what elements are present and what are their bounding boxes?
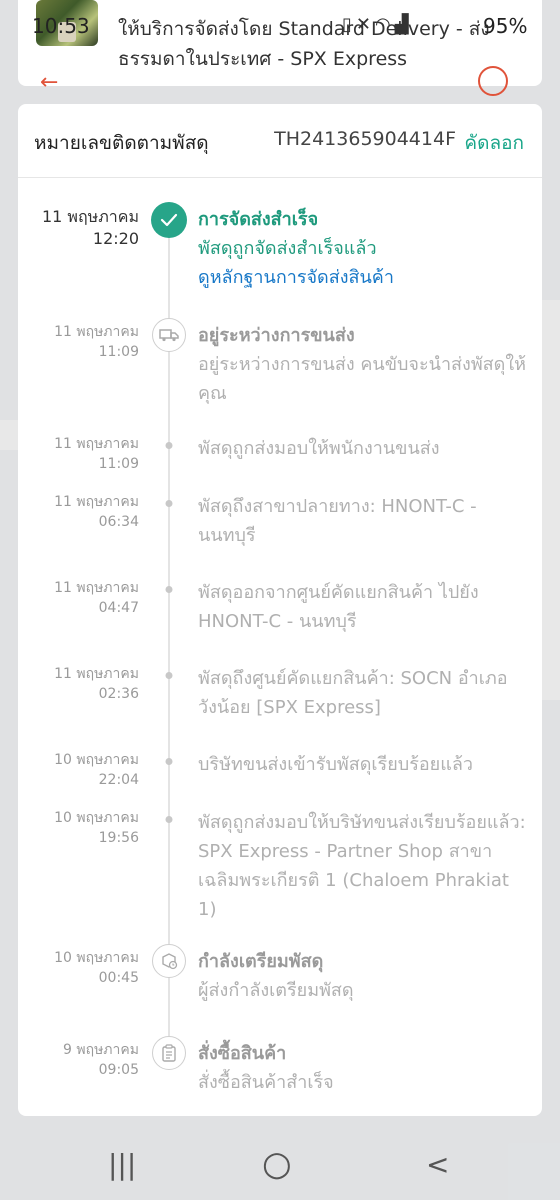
event-body: สั่งซื้อสินค้า สั่งซื้อสินค้าสำเร็จ (198, 1040, 528, 1097)
event-description: บริษัทขนส่งเข้ารับพัสดุเรียบร้อยแล้ว (198, 754, 473, 775)
event-datetime: 11 พฤษภาคม 06:34 (54, 492, 139, 532)
tracking-number-row: หมายเลขติดตามพัสดุ TH241365904414F คัดลอ… (18, 104, 542, 178)
event-title: อยู่ระหว่างการขนส่ง (198, 325, 355, 346)
event-body: พัสดุออกจากศูนย์คัดแยกสินค้า ไปยัง HNONT… (198, 578, 528, 636)
status-time: 10:53 (32, 14, 90, 38)
event-date: 10 พฤษภาคม (54, 810, 139, 826)
event-description: พัสดุถูกจัดส่งสำเร็จแล้ว (198, 238, 377, 259)
status-bar: 10:53 ▯✕◠▟ 95% (0, 0, 560, 50)
tracking-number: TH241365904414F (274, 128, 456, 150)
event-node (152, 318, 186, 352)
event-node (151, 202, 187, 238)
event-node (152, 1036, 186, 1070)
package-clock-icon (152, 944, 186, 978)
event-node (165, 816, 173, 823)
wifi-icon: ◠ (375, 14, 395, 35)
signal-icon: ▟ (394, 14, 413, 35)
event-date: 11 พฤษภาคม (54, 580, 139, 596)
event-body: อยู่ระหว่างการขนส่ง อยู่ระหว่างการขนส่ง … (198, 322, 528, 408)
event-description: พัสดุถูกส่งมอบให้พนักงานขนส่ง (198, 438, 440, 459)
event-description: พัสดุถึงศูนย์คัดแยกสินค้า: SOCN อำเภอวัง… (198, 668, 508, 718)
timeline-dot (165, 500, 173, 507)
event-title: สั่งซื้อสินค้า (198, 1043, 287, 1064)
tracking-timeline: 11 พฤษภาคม 12:20 การจัดส่งสำเร็จ พัสดุถู… (18, 178, 542, 1116)
event-date: 11 พฤษภาคม (54, 666, 139, 682)
home-button[interactable]: ○ (262, 1144, 292, 1184)
event-time: 00:45 (98, 970, 139, 986)
event-date: 11 พฤษภาคม (41, 207, 139, 226)
event-time: 12:20 (92, 229, 139, 248)
copy-button[interactable]: คัดลอก (464, 128, 524, 158)
check-icon (151, 202, 187, 238)
event-body: กำลังเตรียมพัสดุ ผู้ส่งกำลังเตรียมพัสดุ (198, 948, 528, 1005)
event-body: พัสดุถึงสาขาปลายทาง: HNONT-C - นนทบุรี (198, 492, 528, 550)
timeline-dot (165, 758, 173, 765)
timeline-dot (165, 672, 173, 679)
status-icons: ▯✕◠▟ (342, 14, 413, 35)
event-body: บริษัทขนส่งเข้ารับพัสดุเรียบร้อยแล้ว (198, 750, 528, 779)
event-datetime: 11 พฤษภาคม 11:09 (54, 434, 139, 474)
event-description: พัสดุถึงสาขาปลายทาง: HNONT-C - นนทบุรี (198, 496, 477, 546)
event-datetime: 11 พฤษภาคม 02:36 (54, 664, 139, 704)
clipboard-icon (152, 1036, 186, 1070)
event-datetime: 10 พฤษภาคม 00:45 (54, 948, 139, 988)
event-description: พัสดุออกจากศูนย์คัดแยกสินค้า ไปยัง HNONT… (198, 582, 479, 632)
event-datetime: 10 พฤษภาคม 19:56 (54, 808, 139, 848)
info-icon[interactable] (478, 66, 508, 96)
event-date: 9 พฤษภาคม (63, 1042, 139, 1058)
event-node (165, 442, 173, 449)
battery-level: 95% (483, 14, 528, 38)
vibrate-icon: ▯ (342, 14, 356, 35)
event-time: 11:09 (98, 344, 139, 360)
event-body: พัสดุถูกส่งมอบให้บริษัทขนส่งเรียบร้อยแล้… (198, 808, 528, 924)
timeline-dot (165, 442, 173, 449)
timeline-dot (165, 586, 173, 593)
event-datetime: 11 พฤษภาคม 04:47 (54, 578, 139, 618)
event-description: พัสดุถูกส่งมอบให้บริษัทขนส่งเรียบร้อยแล้… (198, 812, 526, 920)
event-time: 09:05 (98, 1062, 139, 1078)
event-datetime: 11 พฤษภาคม 11:09 (54, 322, 139, 362)
event-time: 22:04 (98, 772, 139, 788)
event-time: 06:34 (98, 514, 139, 530)
event-description: สั่งซื้อสินค้าสำเร็จ (198, 1072, 334, 1093)
event-node (165, 500, 173, 507)
event-node (165, 586, 173, 593)
event-body: การจัดส่งสำเร็จ พัสดุถูกจัดส่งสำเร็จแล้ว… (198, 206, 528, 292)
event-date: 10 พฤษภาคม (54, 950, 139, 966)
recents-button[interactable]: ||| (108, 1148, 136, 1181)
tracking-label: หมายเลขติดตามพัสดุ (34, 132, 209, 154)
event-date: 10 พฤษภาคม (54, 752, 139, 768)
event-description: ผู้ส่งกำลังเตรียมพัสดุ (198, 980, 354, 1001)
back-arrow-icon[interactable]: ← (40, 70, 58, 95)
event-datetime: 11 พฤษภาคม 12:20 (42, 206, 139, 250)
truck-icon (152, 318, 186, 352)
event-time: 04:47 (98, 600, 139, 616)
event-datetime: 9 พฤษภาคม 09:05 (63, 1040, 139, 1080)
event-time: 19:56 (98, 830, 139, 846)
event-title: การจัดส่งสำเร็จ (198, 209, 319, 230)
event-time: 11:09 (98, 456, 139, 472)
event-node (165, 672, 173, 679)
event-body: พัสดุถูกส่งมอบให้พนักงานขนส่ง (198, 434, 528, 463)
event-description: อยู่ระหว่างการขนส่ง คนขับจะนำส่งพัสดุให้… (198, 354, 527, 404)
mute-icon: ✕ (355, 14, 375, 35)
timeline-dot (165, 816, 173, 823)
event-date: 11 พฤษภาคม (54, 494, 139, 510)
event-node (165, 758, 173, 765)
system-nav-bar: ||| ○ < (0, 1130, 560, 1200)
event-body: พัสดุถึงศูนย์คัดแยกสินค้า: SOCN อำเภอวัง… (198, 664, 528, 722)
back-button[interactable]: < (426, 1148, 449, 1181)
event-title: กำลังเตรียมพัสดุ (198, 951, 324, 972)
event-date: 11 พฤษภาคม (54, 436, 139, 452)
event-time: 02:36 (98, 686, 139, 702)
event-datetime: 10 พฤษภาคม 22:04 (54, 750, 139, 790)
tracking-sheet: หมายเลขติดตามพัสดุ TH241365904414F คัดลอ… (18, 104, 542, 1116)
event-date: 11 พฤษภาคม (54, 324, 139, 340)
event-node (152, 944, 186, 978)
proof-of-delivery-link[interactable]: ดูหลักฐานการจัดส่งสินค้า (198, 263, 528, 292)
